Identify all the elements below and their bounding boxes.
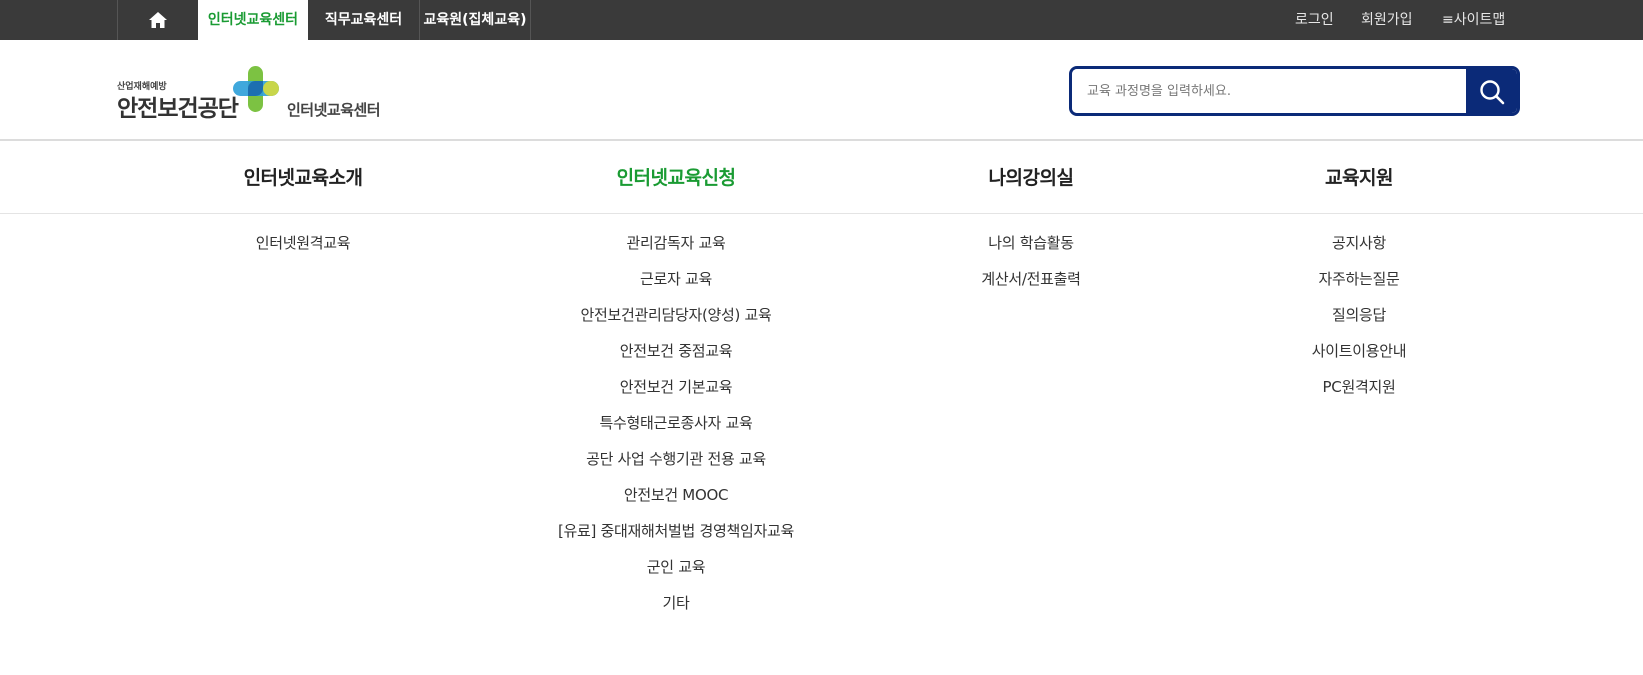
logo-subtitle: 인터넷교육센터: [287, 101, 381, 119]
submenu-item[interactable]: 공단 사업 수행기관 전용 교육: [506, 441, 846, 477]
submenu-item[interactable]: 근로자 교육: [506, 261, 846, 297]
submenu-list: 공지사항 자주하는질문 질의응답 사이트이용안내 PC원격지원: [1189, 225, 1529, 405]
submenu-list: 나의 학습활동 계산서/전표출력: [861, 225, 1201, 297]
home-icon: [149, 12, 167, 28]
search-input[interactable]: [1072, 69, 1469, 113]
menu-internet-education-intro[interactable]: 인터넷교육소개: [153, 143, 453, 213]
tab-internet-education-center[interactable]: 인터넷교육센터: [198, 0, 308, 40]
submenu-item[interactable]: 인터넷원격교육: [133, 225, 473, 261]
login-link[interactable]: 로그인: [1295, 0, 1334, 40]
submenu-item[interactable]: 자주하는질문: [1189, 261, 1529, 297]
submenu-item[interactable]: 특수형태근로종사자 교육: [506, 405, 846, 441]
home-button[interactable]: [117, 0, 198, 40]
submenu-list: 인터넷원격교육: [133, 225, 473, 261]
submenu-item[interactable]: 나의 학습활동: [861, 225, 1201, 261]
main-menu: 인터넷교육소개 인터넷교육신청 나의강의실 교육지원: [0, 143, 1643, 214]
submenu-item[interactable]: 안전보건관리담당자(양성) 교육: [506, 297, 846, 333]
submenu-item[interactable]: 질의응답: [1189, 297, 1529, 333]
top-navigation-bar: 인터넷교육센터 직무교육센터 교육원(집체교육) 로그인 회원가입 ≡사이트맵: [0, 0, 1643, 40]
logo-title: 안전보건공단: [117, 96, 239, 122]
search-box: [1069, 66, 1520, 116]
header: 산업재해예방 안전보건공단 인터넷교육센터: [0, 40, 1643, 141]
search-icon: [1480, 80, 1505, 105]
submenu-item[interactable]: 안전보건 중점교육: [506, 333, 846, 369]
menu-education-support[interactable]: 교육지원: [1209, 143, 1509, 213]
menu-my-classroom[interactable]: 나의강의실: [881, 143, 1181, 213]
submenu-list: 관리감독자 교육 근로자 교육 안전보건관리담당자(양성) 교육 안전보건 중점…: [506, 225, 846, 621]
tab-job-education-center[interactable]: 직무교육센터: [308, 0, 419, 40]
submenu-item[interactable]: 계산서/전표출력: [861, 261, 1201, 297]
submenu-item[interactable]: [유료] 중대재해처벌법 경영책임자교육: [506, 513, 846, 549]
menu-internet-education-apply[interactable]: 인터넷교육신청: [526, 143, 826, 213]
submenu-item[interactable]: PC원격지원: [1189, 369, 1529, 405]
sitemap-link[interactable]: ≡사이트맵: [1442, 0, 1505, 40]
submenu-item[interactable]: 군인 교육: [506, 549, 846, 585]
submenu-item[interactable]: 사이트이용안내: [1189, 333, 1529, 369]
submenu-item[interactable]: 관리감독자 교육: [506, 225, 846, 261]
cross-logo-icon: [233, 66, 279, 112]
submenu-item[interactable]: 안전보건 기본교육: [506, 369, 846, 405]
submenu-item[interactable]: 기타: [506, 585, 846, 621]
submenu-item[interactable]: 안전보건 MOOC: [506, 477, 846, 513]
site-logo[interactable]: 산업재해예방 안전보건공단 인터넷교육센터: [117, 64, 387, 124]
search-button[interactable]: [1466, 69, 1517, 113]
submenu-item[interactable]: 공지사항: [1189, 225, 1529, 261]
tab-training-institute[interactable]: 교육원(집체교육): [419, 0, 531, 40]
join-link[interactable]: 회원가입: [1361, 0, 1413, 40]
